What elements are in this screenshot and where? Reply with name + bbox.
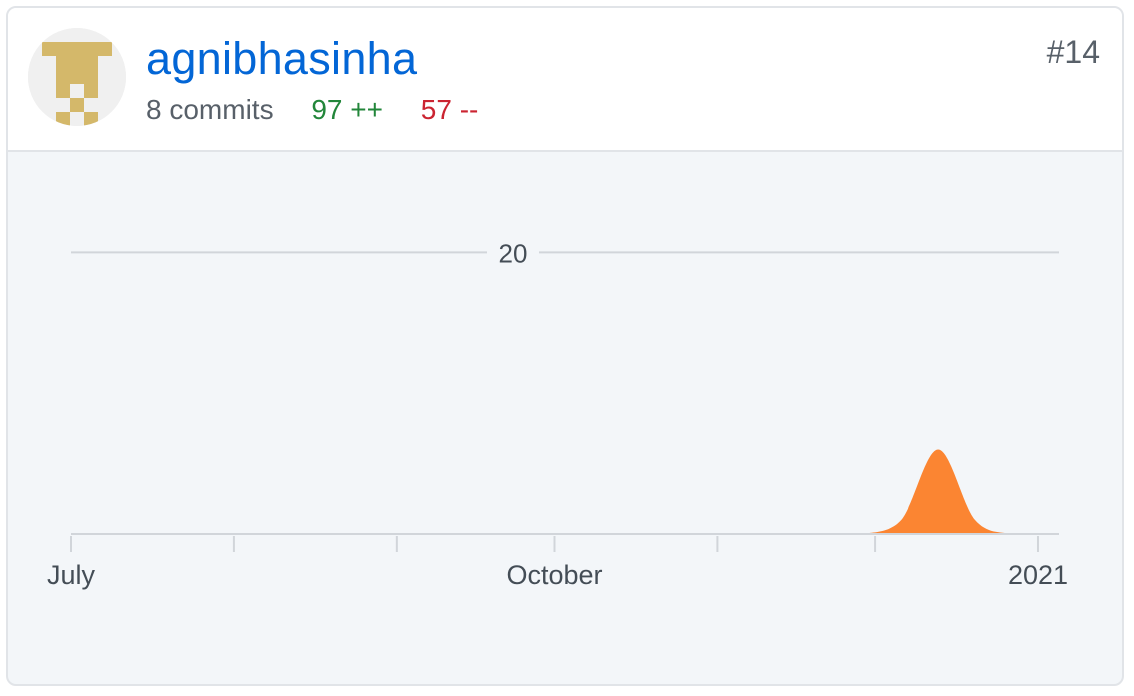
- additions-count: 97 ++: [311, 94, 383, 125]
- username-link[interactable]: agnibhasinha: [146, 36, 417, 81]
- deletions-count: 57 --: [420, 94, 479, 125]
- identicon-icon: [28, 28, 126, 126]
- contributor-card: agnibhasinha 8 commits 97 ++ 57 -- #14 2…: [6, 6, 1124, 686]
- commit-area-series: [864, 449, 1049, 534]
- x-tick-label: October: [506, 560, 602, 590]
- y-tick-label: 20: [499, 238, 528, 268]
- commit-count[interactable]: 8 commits: [146, 94, 274, 125]
- x-tick-label: 2021: [1008, 560, 1068, 590]
- x-tick-label: July: [47, 560, 96, 590]
- contributor-rank: #14: [1046, 34, 1100, 70]
- contributor-header: agnibhasinha 8 commits 97 ++ 57 -- #14: [8, 8, 1122, 152]
- contribution-stats: 8 commits 97 ++ 57 --: [146, 96, 478, 124]
- commit-activity-chart: 20 July October 2021: [47, 236, 1068, 590]
- avatar[interactable]: [28, 28, 126, 126]
